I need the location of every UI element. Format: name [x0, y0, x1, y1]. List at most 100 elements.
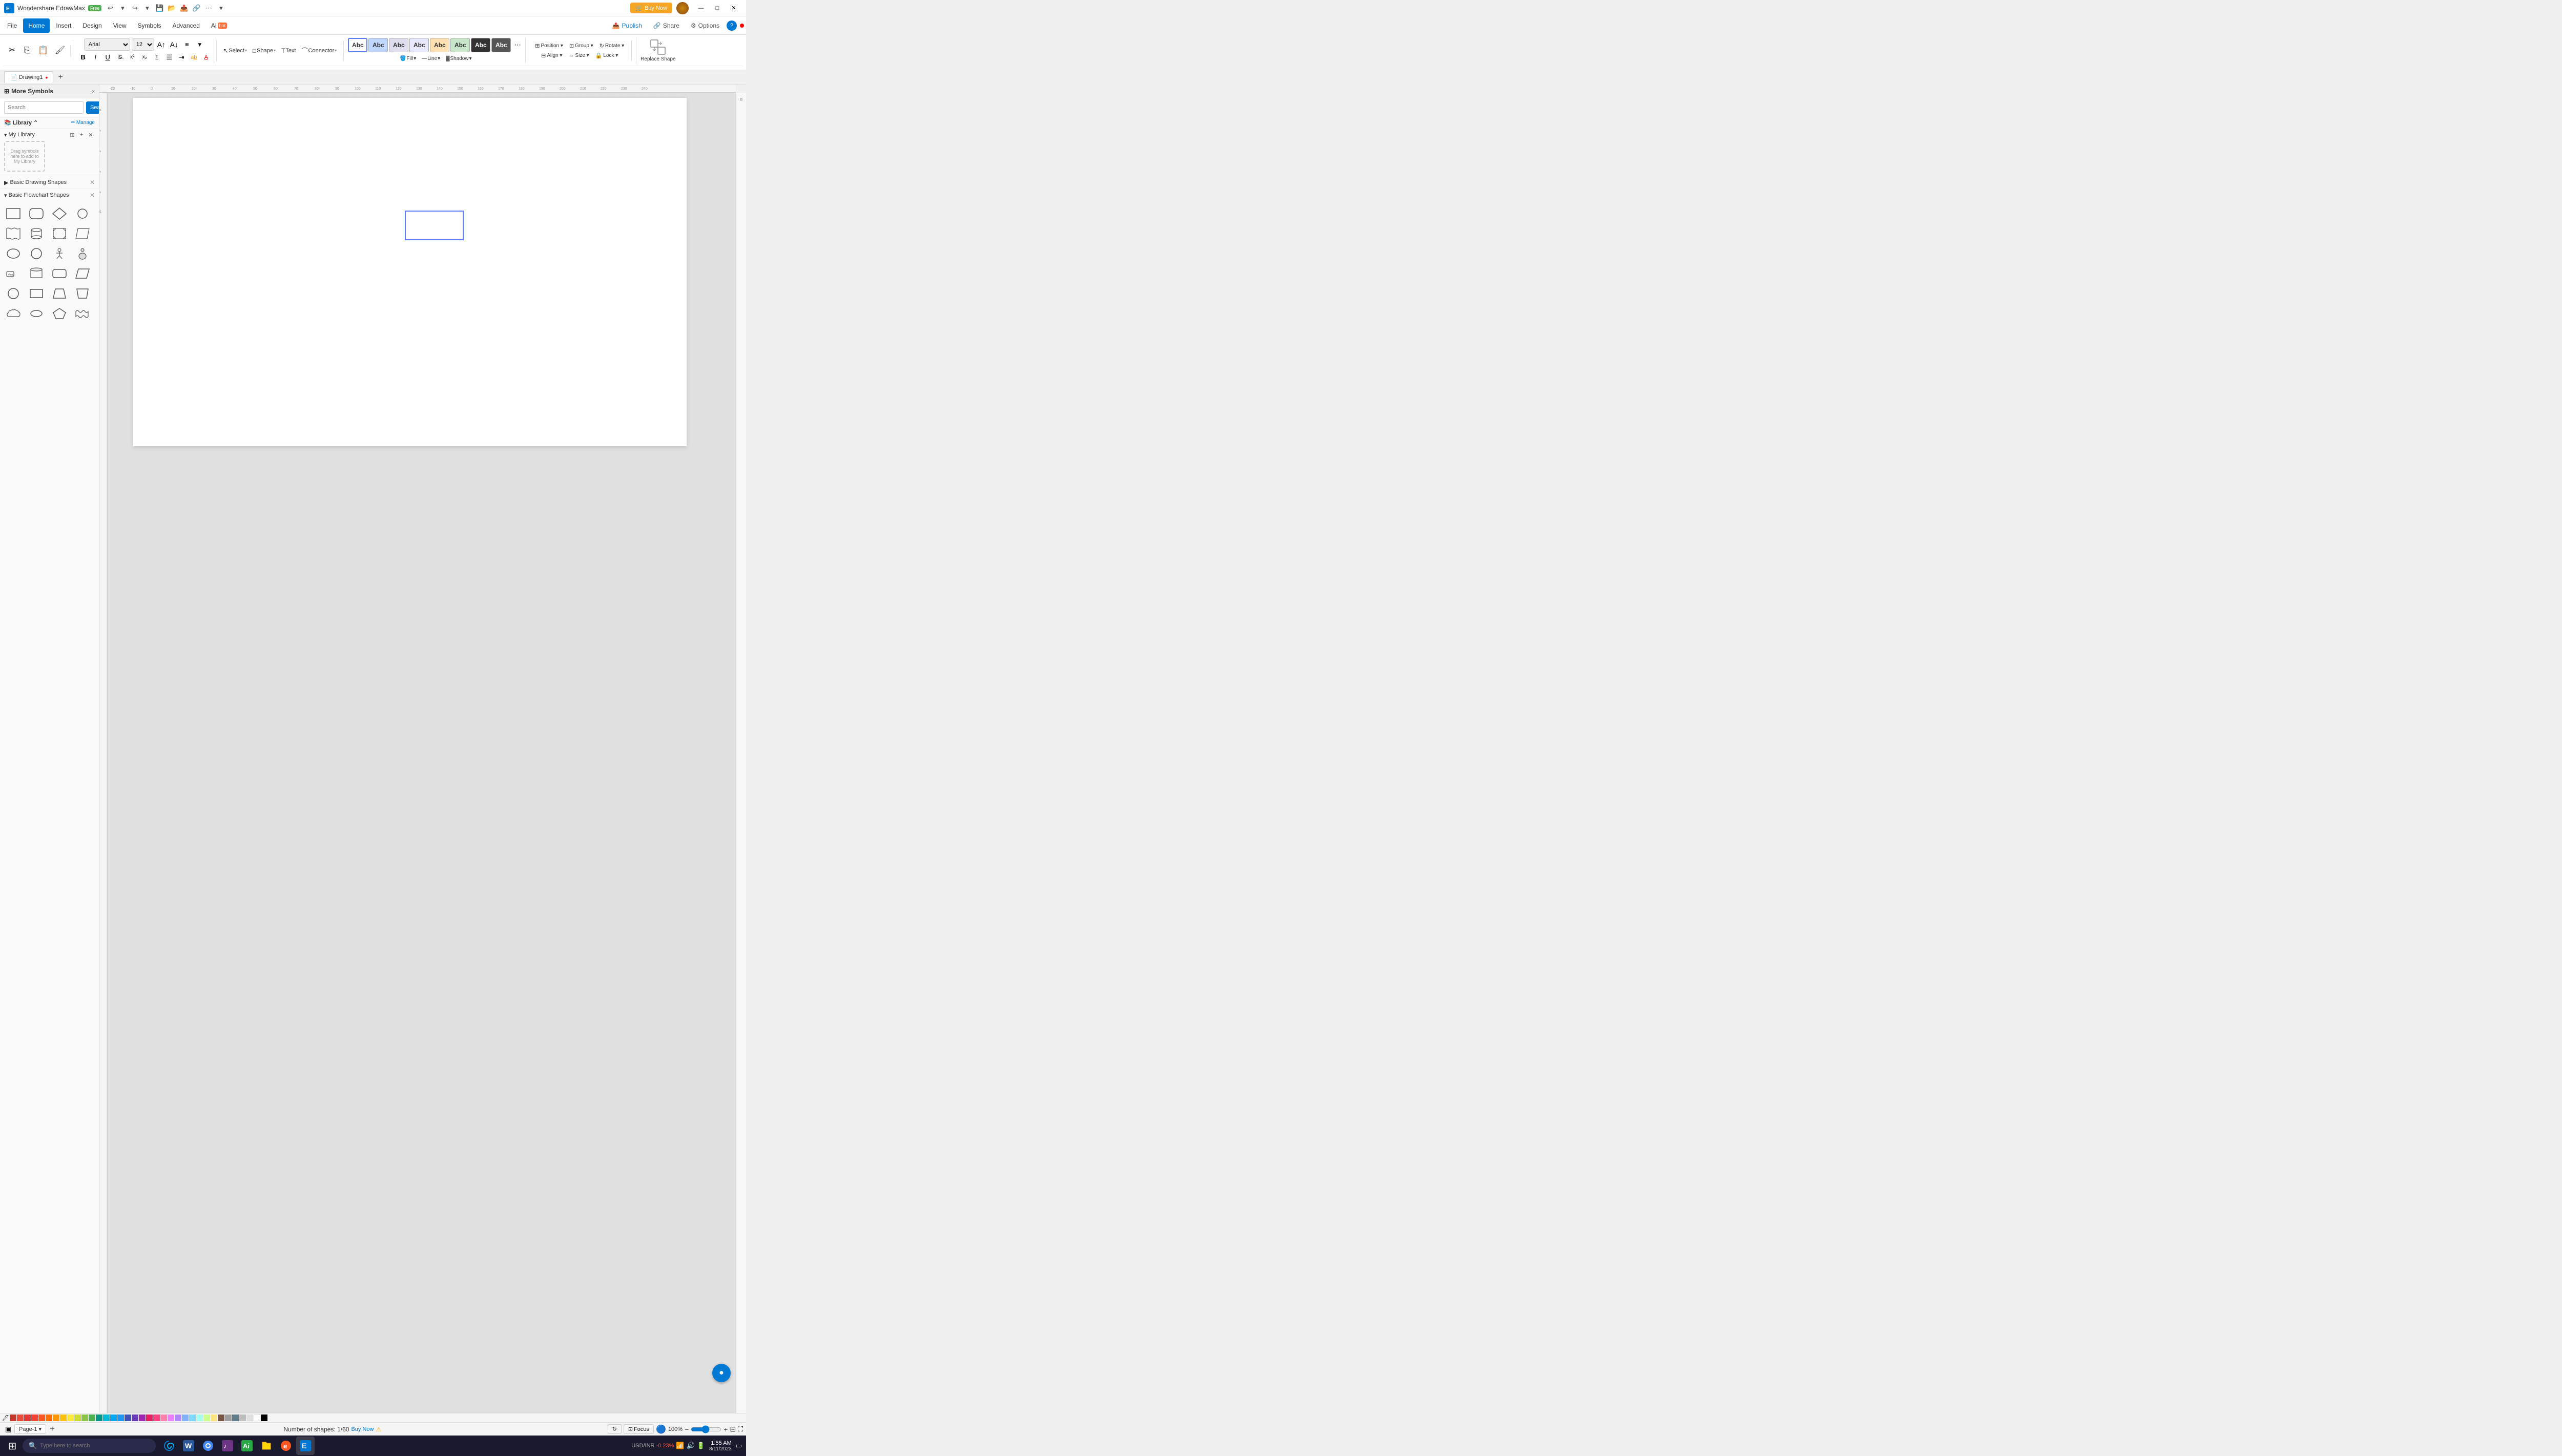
zoom-slider[interactable]	[691, 1425, 721, 1433]
color-swatch-3[interactable]	[24, 1415, 31, 1421]
menu-ai[interactable]: Ai hot	[206, 18, 232, 33]
style-5[interactable]: Abc	[430, 38, 449, 52]
text-format-button[interactable]: T̲	[151, 52, 162, 63]
color-swatch-31[interactable]	[225, 1415, 232, 1421]
indent-button[interactable]: ⇥	[176, 52, 187, 63]
shape-cloud[interactable]	[4, 304, 23, 323]
color-swatch-6[interactable]	[46, 1415, 52, 1421]
share2-button[interactable]: 🔗	[191, 3, 202, 14]
style-2[interactable]: Abc	[368, 38, 388, 52]
list-button[interactable]: ☰	[163, 52, 175, 63]
strikethrough-button[interactable]: S̶	[114, 52, 126, 63]
basic-drawing-shapes-header[interactable]: ▶ Basic Drawing Shapes ✕	[0, 176, 99, 189]
color-swatch-9[interactable]	[67, 1415, 74, 1421]
font-family-select[interactable]: Arial	[84, 38, 130, 51]
color-swatch-28[interactable]	[203, 1415, 210, 1421]
taskbar-chrome[interactable]	[199, 1437, 217, 1455]
maximize-button[interactable]: □	[709, 2, 726, 14]
collapse-sidebar-button[interactable]: «	[91, 88, 95, 95]
connector-tool-button[interactable]: ⌒ Connector ▾	[300, 45, 339, 56]
basic-flowchart-shapes-header[interactable]: ▾ Basic Flowchart Shapes ✕	[0, 189, 99, 201]
focus-button[interactable]: ⊡ Focus	[624, 1424, 654, 1434]
color-swatch-17[interactable]	[125, 1415, 131, 1421]
shape-data[interactable]	[73, 224, 92, 243]
align-dropdown[interactable]: ▾	[194, 39, 205, 50]
pages-button[interactable]: ▣	[3, 1424, 13, 1434]
style-3[interactable]: Abc	[389, 38, 408, 52]
group-button[interactable]: ⊡ Group ▾	[567, 41, 596, 50]
shape-wave[interactable]	[73, 304, 92, 323]
shadow-button[interactable]: ▓ Shadow ▾	[444, 54, 473, 63]
menu-insert[interactable]: Insert	[51, 18, 76, 33]
add-library-button[interactable]: +	[77, 131, 86, 139]
color-swatch-16[interactable]	[117, 1415, 124, 1421]
color-swatch-11[interactable]	[81, 1415, 88, 1421]
color-pick-icon[interactable]: 🖊	[2, 1415, 9, 1422]
color-swatch-32[interactable]	[232, 1415, 239, 1421]
user-avatar[interactable]	[676, 2, 689, 14]
right-panel-btn1[interactable]: ≡	[737, 95, 746, 103]
style-8[interactable]: Abc	[491, 38, 511, 52]
save-button[interactable]: 💾	[154, 3, 165, 14]
zoom-out-minus-btn[interactable]: −	[685, 1425, 689, 1433]
buy-now-title-btn[interactable]: 🛒 Buy Now	[630, 3, 672, 13]
font-color-button[interactable]: A̲	[200, 52, 212, 63]
close-button[interactable]: ✕	[726, 2, 742, 14]
canvas-rect-shape[interactable]	[405, 211, 464, 240]
taskbar-edge[interactable]	[160, 1437, 178, 1455]
color-swatch-1[interactable]	[10, 1415, 16, 1421]
shape-cylinder[interactable]	[27, 224, 46, 243]
style-6[interactable]: Abc	[450, 38, 470, 52]
select-tool-button[interactable]: ↖ Select ▾	[221, 46, 249, 56]
expand-button[interactable]: ⛶	[738, 1425, 743, 1433]
shape-stadium[interactable]	[73, 204, 92, 223]
shape-wave-rect[interactable]	[4, 224, 23, 243]
shape-trapezoid[interactable]	[50, 284, 69, 303]
color-swatch-21[interactable]	[153, 1415, 160, 1421]
color-swatch-29[interactable]	[211, 1415, 217, 1421]
cut-button[interactable]: ✂	[5, 46, 19, 56]
shape-tool-button[interactable]: □ Shape ▾	[251, 46, 278, 56]
drawing1-tab[interactable]: 📄 Drawing1 •	[4, 71, 53, 83]
align-arrange-button[interactable]: ⊟ Align ▾	[539, 51, 565, 60]
color-swatch-30[interactable]	[218, 1415, 224, 1421]
styles-more[interactable]: ⋯	[512, 39, 523, 51]
rotate-button[interactable]: ↻ Rotate ▾	[597, 41, 627, 50]
close-drawing-shapes-button[interactable]: ✕	[90, 179, 95, 186]
increase-font-button[interactable]: A↑	[156, 39, 167, 50]
color-swatch-26[interactable]	[189, 1415, 196, 1421]
canvas-area[interactable]: $ 2 2 2 2 16	[99, 93, 746, 1413]
fill-button[interactable]: 🪣 Fill ▾	[398, 54, 418, 63]
close-library-button[interactable]: ✕	[87, 131, 95, 139]
close-flowchart-shapes-button[interactable]: ✕	[90, 192, 95, 199]
color-swatch-27[interactable]	[196, 1415, 203, 1421]
shape-rounded-rect2[interactable]	[50, 264, 69, 283]
shape-rounded-rect[interactable]	[27, 204, 46, 223]
shape-circle2[interactable]	[4, 284, 23, 303]
color-swatch-4[interactable]	[31, 1415, 38, 1421]
shape-rect3[interactable]	[27, 284, 46, 303]
line-style-button[interactable]: — Line ▾	[420, 54, 442, 63]
format-paint-button[interactable]: 🖌	[52, 46, 68, 56]
shape-ellipse[interactable]	[4, 244, 23, 263]
customize-button[interactable]: ▾	[215, 3, 226, 14]
color-swatch-33[interactable]	[239, 1415, 246, 1421]
color-swatch-5[interactable]	[38, 1415, 45, 1421]
taskbar-search-input[interactable]	[40, 1443, 150, 1449]
bold-button[interactable]: B	[77, 52, 89, 63]
export-button[interactable]: 📤	[178, 3, 190, 14]
search-input[interactable]	[4, 101, 84, 114]
taskbar-ai-app[interactable]: Ai	[238, 1437, 256, 1455]
color-swatch-22[interactable]	[160, 1415, 167, 1421]
page-1-tab[interactable]: Page-1 ▾	[14, 1424, 46, 1434]
style-1[interactable]: Abc	[348, 38, 367, 52]
menu-advanced[interactable]: Advanced	[168, 18, 205, 33]
start-button[interactable]: ⊞	[4, 1438, 20, 1454]
color-swatch-2[interactable]	[17, 1415, 24, 1421]
style-4[interactable]: Abc	[409, 38, 429, 52]
menu-home[interactable]: Home	[23, 18, 50, 33]
share-button[interactable]: 🔗 Share	[649, 20, 684, 31]
help-button[interactable]: ?	[727, 20, 737, 31]
taskbar-files[interactable]	[257, 1437, 276, 1455]
shape-trapezoid2[interactable]	[73, 284, 92, 303]
